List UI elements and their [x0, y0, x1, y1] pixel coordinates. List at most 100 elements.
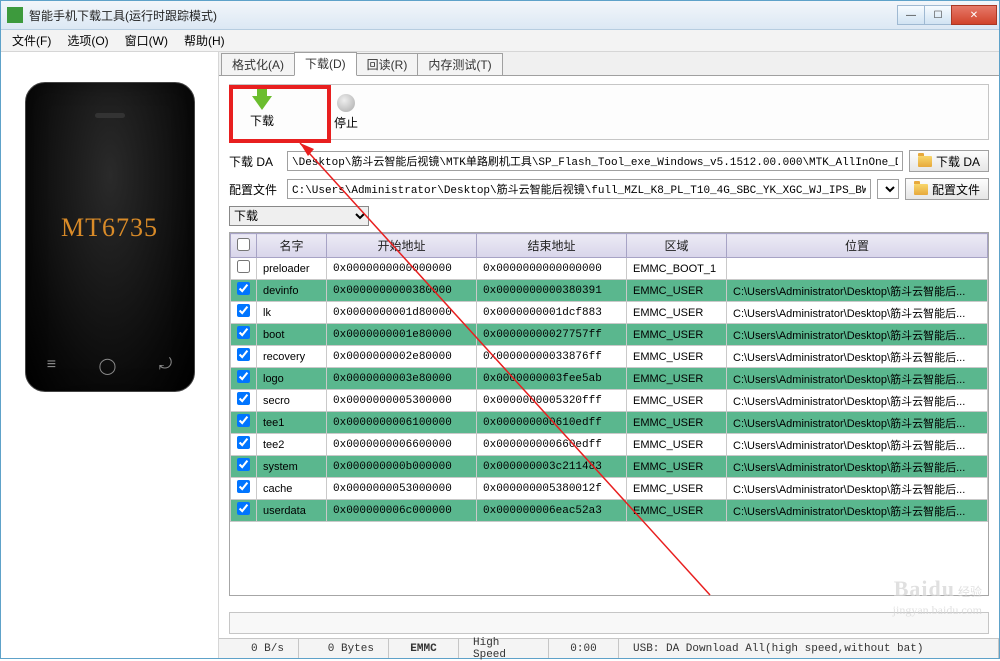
menu-options[interactable]: 选项(O)	[59, 30, 116, 51]
scatter-browse-button[interactable]: 配置文件	[905, 178, 989, 200]
scatter-label: 配置文件	[229, 181, 281, 198]
table-row[interactable]: preloader0x00000000000000000x00000000000…	[231, 258, 988, 280]
progress-bar	[229, 612, 989, 634]
download-mode-select[interactable]: 下载	[229, 206, 369, 226]
maximize-button[interactable]: ☐	[924, 5, 952, 25]
cell-region: EMMC_USER	[627, 456, 727, 478]
stop-button[interactable]: 停止	[324, 91, 368, 134]
cell-begin: 0x0000000002e80000	[327, 346, 477, 368]
table-row[interactable]: tee20x00000000066000000x000000000660edff…	[231, 434, 988, 456]
app-window: 智能手机下载工具(运行时跟踪模式) — ☐ ✕ 文件(F) 选项(O) 窗口(W…	[0, 0, 1000, 659]
tab-memtest[interactable]: 内存测试(T)	[417, 53, 502, 75]
menu-window[interactable]: 窗口(W)	[117, 30, 176, 51]
cell-name: devinfo	[257, 280, 327, 302]
cell-region: EMMC_USER	[627, 368, 727, 390]
cell-region: EMMC_USER	[627, 302, 727, 324]
cell-begin: 0x0000000001d80000	[327, 302, 477, 324]
row-checkbox[interactable]	[237, 392, 250, 405]
tab-download[interactable]: 下载(D)	[294, 52, 357, 76]
row-checkbox[interactable]	[237, 436, 250, 449]
cell-region: EMMC_USER	[627, 478, 727, 500]
status-time: 0:00	[549, 639, 619, 658]
cell-region: EMMC_USER	[627, 324, 727, 346]
cell-name: tee1	[257, 412, 327, 434]
table-row[interactable]: logo0x0000000003e800000x0000000003fee5ab…	[231, 368, 988, 390]
row-checkbox[interactable]	[237, 260, 250, 273]
header-checkbox[interactable]	[237, 238, 250, 251]
tab-content: 下载 停止 下载 DA 下载 DA 配置文件	[219, 76, 999, 604]
th-begin[interactable]: 开始地址	[327, 234, 477, 258]
table-row[interactable]: system0x000000000b0000000x000000003c2114…	[231, 456, 988, 478]
cell-name: boot	[257, 324, 327, 346]
tab-readback[interactable]: 回读(R)	[356, 53, 419, 75]
row-checkbox[interactable]	[237, 458, 250, 471]
table-row[interactable]: tee10x00000000061000000x000000000610edff…	[231, 412, 988, 434]
minimize-button[interactable]: —	[897, 5, 925, 25]
da-browse-button[interactable]: 下载 DA	[909, 150, 989, 172]
da-label: 下载 DA	[229, 153, 281, 170]
cell-end: 0x000000003c211483	[477, 456, 627, 478]
table-row[interactable]: recovery0x0000000002e800000x000000000338…	[231, 346, 988, 368]
da-path-input[interactable]	[287, 151, 903, 171]
cell-end: 0x00000000033876ff	[477, 346, 627, 368]
table-row[interactable]: secro0x00000000053000000x0000000005320ff…	[231, 390, 988, 412]
download-button[interactable]: 下载	[240, 93, 284, 132]
status-usb: USB: DA Download All(high speed,without …	[619, 639, 999, 658]
action-toolbar: 下载 停止	[229, 84, 989, 140]
th-location[interactable]: 位置	[727, 234, 988, 258]
cell-name: system	[257, 456, 327, 478]
table-row[interactable]: devinfo0x00000000003800000x0000000000380…	[231, 280, 988, 302]
close-button[interactable]: ✕	[951, 5, 997, 25]
row-checkbox[interactable]	[237, 326, 250, 339]
menu-file[interactable]: 文件(F)	[4, 30, 59, 51]
row-checkbox[interactable]	[237, 348, 250, 361]
cell-location: C:\Users\Administrator\Desktop\筋斗云智能后...	[727, 412, 988, 434]
phone-earpiece	[95, 113, 125, 118]
cell-end: 0x000000005380012f	[477, 478, 627, 500]
th-name[interactable]: 名字	[257, 234, 327, 258]
cell-end: 0x000000000610edff	[477, 412, 627, 434]
cell-region: EMMC_USER	[627, 280, 727, 302]
cell-location: C:\Users\Administrator\Desktop\筋斗云智能后...	[727, 324, 988, 346]
tab-format[interactable]: 格式化(A)	[221, 53, 295, 75]
right-pane: 格式化(A) 下载(D) 回读(R) 内存测试(T) 下载 停止	[218, 52, 999, 658]
cell-begin: 0x0000000006100000	[327, 412, 477, 434]
table-row[interactable]: boot0x0000000001e800000x00000000027757ff…	[231, 324, 988, 346]
status-speed: 0 B/s	[219, 639, 299, 658]
cell-location: C:\Users\Administrator\Desktop\筋斗云智能后...	[727, 500, 988, 522]
scatter-history-dropdown[interactable]	[877, 179, 899, 199]
scatter-path-row: 配置文件 配置文件	[229, 178, 989, 200]
phone-nav-icons: ≡ ◯ ⤾	[26, 356, 194, 376]
th-region[interactable]: 区域	[627, 234, 727, 258]
table-row[interactable]: userdata0x000000006c0000000x000000006eac…	[231, 500, 988, 522]
da-path-row: 下载 DA 下载 DA	[229, 150, 989, 172]
cell-location: C:\Users\Administrator\Desktop\筋斗云智能后...	[727, 390, 988, 412]
row-checkbox[interactable]	[237, 502, 250, 515]
statusbar: 0 B/s 0 Bytes EMMC High Speed 0:00 USB: …	[219, 638, 999, 658]
status-storage: EMMC	[389, 639, 459, 658]
cell-begin: 0x0000000001e80000	[327, 324, 477, 346]
cell-region: EMMC_USER	[627, 412, 727, 434]
row-checkbox[interactable]	[237, 480, 250, 493]
row-checkbox[interactable]	[237, 282, 250, 295]
scatter-path-input[interactable]	[287, 179, 871, 199]
cell-location	[727, 258, 988, 280]
row-checkbox[interactable]	[237, 414, 250, 427]
window-controls: — ☐ ✕	[898, 5, 997, 25]
th-end[interactable]: 结束地址	[477, 234, 627, 258]
table-row[interactable]: lk0x0000000001d800000x0000000001dcf883EM…	[231, 302, 988, 324]
cell-begin: 0x0000000000000000	[327, 258, 477, 280]
cell-location: C:\Users\Administrator\Desktop\筋斗云智能后...	[727, 280, 988, 302]
row-checkbox[interactable]	[237, 304, 250, 317]
menu-help[interactable]: 帮助(H)	[176, 30, 233, 51]
cell-location: C:\Users\Administrator\Desktop\筋斗云智能后...	[727, 456, 988, 478]
cell-begin: 0x000000000b000000	[327, 456, 477, 478]
row-checkbox[interactable]	[237, 370, 250, 383]
cell-end: 0x0000000003fee5ab	[477, 368, 627, 390]
cell-end: 0x00000000027757ff	[477, 324, 627, 346]
table-row[interactable]: cache0x00000000530000000x000000005380012…	[231, 478, 988, 500]
stop-circle-icon	[337, 94, 355, 112]
cell-name: preloader	[257, 258, 327, 280]
phone-back-icon: ⤾	[159, 356, 172, 376]
partition-table[interactable]: 名字 开始地址 结束地址 区域 位置 preloader0x0000000000…	[229, 232, 989, 596]
